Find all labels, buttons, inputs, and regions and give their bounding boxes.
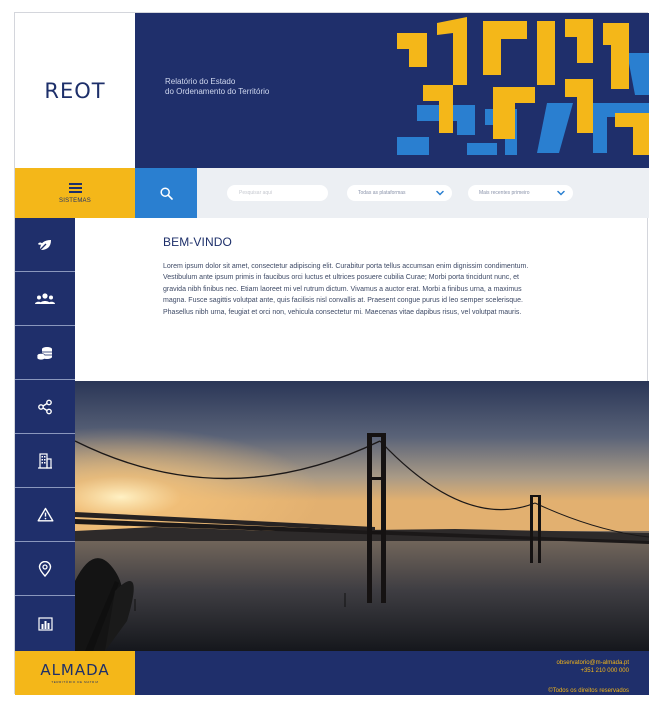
location-pin-icon xyxy=(38,560,52,577)
search-input[interactable] xyxy=(227,185,328,201)
footer-phone: +351 210 000 000 xyxy=(580,668,629,674)
leaf-icon xyxy=(38,239,51,251)
footer-email-link[interactable]: observatorio@m-almada.pt xyxy=(557,660,629,666)
welcome-heading: BEM-VINDO xyxy=(163,235,232,249)
hero-banner: Relatório do Estado do Ordenamento do Te… xyxy=(135,13,649,168)
bar-chart-icon xyxy=(37,616,53,631)
welcome-section: BEM-VINDO Lorem ipsum dolor sit amet, co… xyxy=(163,235,543,318)
building-icon xyxy=(38,452,52,469)
sidebar xyxy=(15,218,75,651)
share-icon xyxy=(38,399,52,414)
page-frame: REOT Relatório do Estado do Ordenamento … xyxy=(14,12,649,695)
site-title: Relatório do Estado do Ordenamento do Te… xyxy=(165,77,269,97)
chevron-down-icon xyxy=(557,190,565,196)
sidebar-item-risks[interactable] xyxy=(15,488,75,542)
footer-contacts: observatorio@m-almada.pt +351 210 000 00… xyxy=(548,659,629,695)
sort-select[interactable]: Mais recentes primeiro xyxy=(468,185,573,201)
filter-bar: Todas as plataformas Mais recentes prime… xyxy=(197,168,649,218)
sidebar-item-economy[interactable] xyxy=(15,326,75,380)
footer: ALMADA TERRITÓRIO DE MATRIZ observatorio… xyxy=(15,651,649,695)
site-title-line-1: Relatório do Estado xyxy=(165,77,236,86)
search-icon xyxy=(159,186,173,200)
sidebar-item-location[interactable] xyxy=(15,542,75,596)
platform-select[interactable]: Todas as plataformas xyxy=(347,185,452,201)
systems-menu-button[interactable]: SISTEMAS xyxy=(15,168,135,218)
sidebar-item-indicators[interactable] xyxy=(15,596,75,651)
people-icon xyxy=(35,292,55,304)
footer-copyright: ©Todos os direitos reservados xyxy=(548,688,629,694)
welcome-text: Lorem ipsum dolor sit amet, consectetur … xyxy=(163,263,529,316)
sidebar-item-housing[interactable] xyxy=(15,434,75,488)
site-title-line-2: do Ordenamento do Território xyxy=(165,87,270,96)
warning-icon xyxy=(37,507,53,522)
logo-text: REOT xyxy=(44,78,106,103)
hamburger-icon xyxy=(68,182,82,193)
systems-menu-label: SISTEMAS xyxy=(59,197,91,204)
search-button[interactable] xyxy=(135,168,197,218)
sidebar-item-population[interactable] xyxy=(15,272,75,326)
almada-logo[interactable]: ALMADA TERRITÓRIO DE MATRIZ xyxy=(15,651,135,695)
platform-select-value: Todas as plataformas xyxy=(358,190,406,196)
coins-icon xyxy=(37,346,52,360)
sort-select-value: Mais recentes primeiro xyxy=(479,190,530,196)
almada-logo-subtitle: TERRITÓRIO DE MATRIZ xyxy=(51,679,99,684)
chevron-down-icon xyxy=(436,190,444,196)
sidebar-item-environment[interactable] xyxy=(15,218,75,272)
hero-graphic xyxy=(397,13,649,168)
reot-logo[interactable]: REOT xyxy=(15,13,135,168)
sidebar-item-network[interactable] xyxy=(15,380,75,434)
bridge-photo xyxy=(75,381,649,651)
almada-logo-text: ALMADA xyxy=(40,660,110,679)
